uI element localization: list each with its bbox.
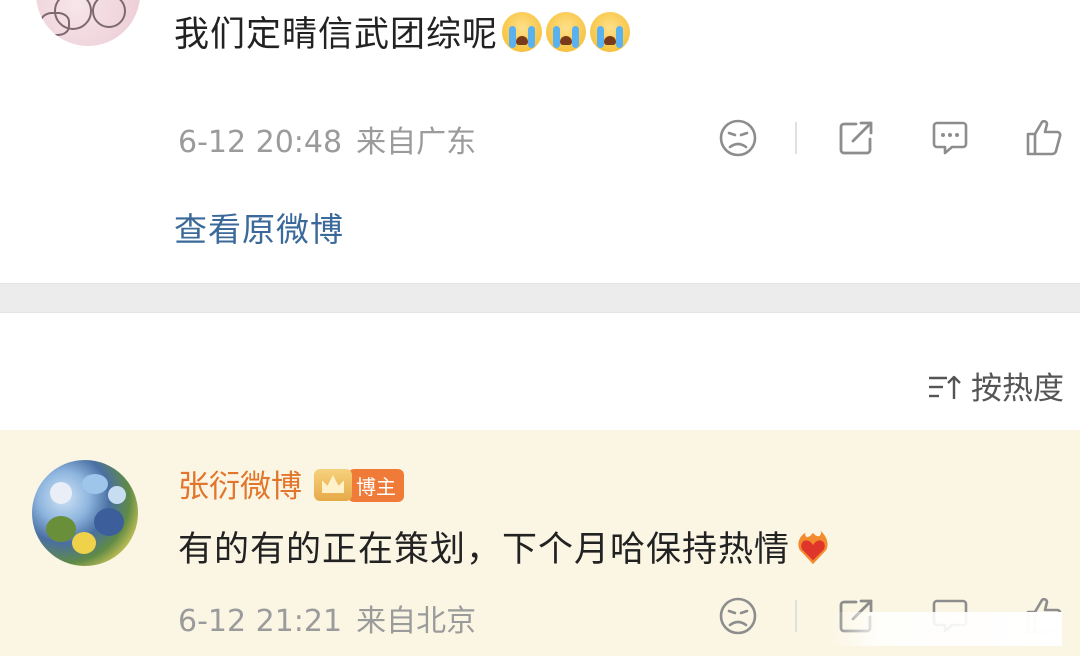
comment-text-row: 我们定晴信武团综呢 — [174, 6, 631, 57]
reply-header: 张衍微博 博主 — [178, 461, 404, 506]
crying-face-emoji — [546, 12, 587, 52]
sort-lines-icon — [929, 375, 961, 399]
view-original-link[interactable]: 查看原微博 — [174, 203, 344, 251]
dislike-icon[interactable] — [718, 596, 758, 640]
share-icon[interactable] — [836, 118, 876, 162]
divider — [795, 600, 797, 632]
comment-date: 6-12 20:48 — [178, 125, 343, 160]
sort-toggle[interactable]: 按热度 — [927, 363, 1064, 408]
reply-date: 6-12 21:21 — [178, 604, 343, 639]
heart-on-fire-emoji — [798, 530, 828, 565]
comment-icon[interactable] — [930, 118, 970, 162]
sort-label: 按热度 — [971, 371, 1064, 407]
reply-meta: 6-12 21:21 来自北京 — [178, 596, 490, 640]
crying-face-emoji — [590, 12, 631, 52]
comment-location: 来自广东 — [356, 125, 477, 160]
reply-username[interactable]: 张衍微博 — [178, 469, 302, 505]
blogger-avatar[interactable] — [32, 460, 138, 566]
dislike-icon[interactable] — [718, 118, 758, 162]
blogger-badge: 博主 — [348, 469, 404, 502]
crown-badge-icon — [314, 469, 352, 501]
commenter-avatar[interactable] — [36, 0, 140, 46]
reply-text-row: 有的有的正在策划，下个月哈保持热情 — [178, 521, 832, 572]
comment-text: 我们定晴信武团综呢 — [174, 15, 499, 55]
reply-location: 来自北京 — [356, 604, 477, 639]
watermark-overlay — [832, 612, 1062, 646]
crying-face-emoji — [502, 12, 543, 52]
divider — [795, 122, 797, 154]
section-separator — [0, 283, 1080, 313]
like-icon[interactable] — [1024, 116, 1064, 162]
comment-meta: 6-12 20:48 来自广东 — [178, 117, 490, 161]
reply-text: 有的有的正在策划，下个月哈保持热情 — [178, 530, 791, 570]
